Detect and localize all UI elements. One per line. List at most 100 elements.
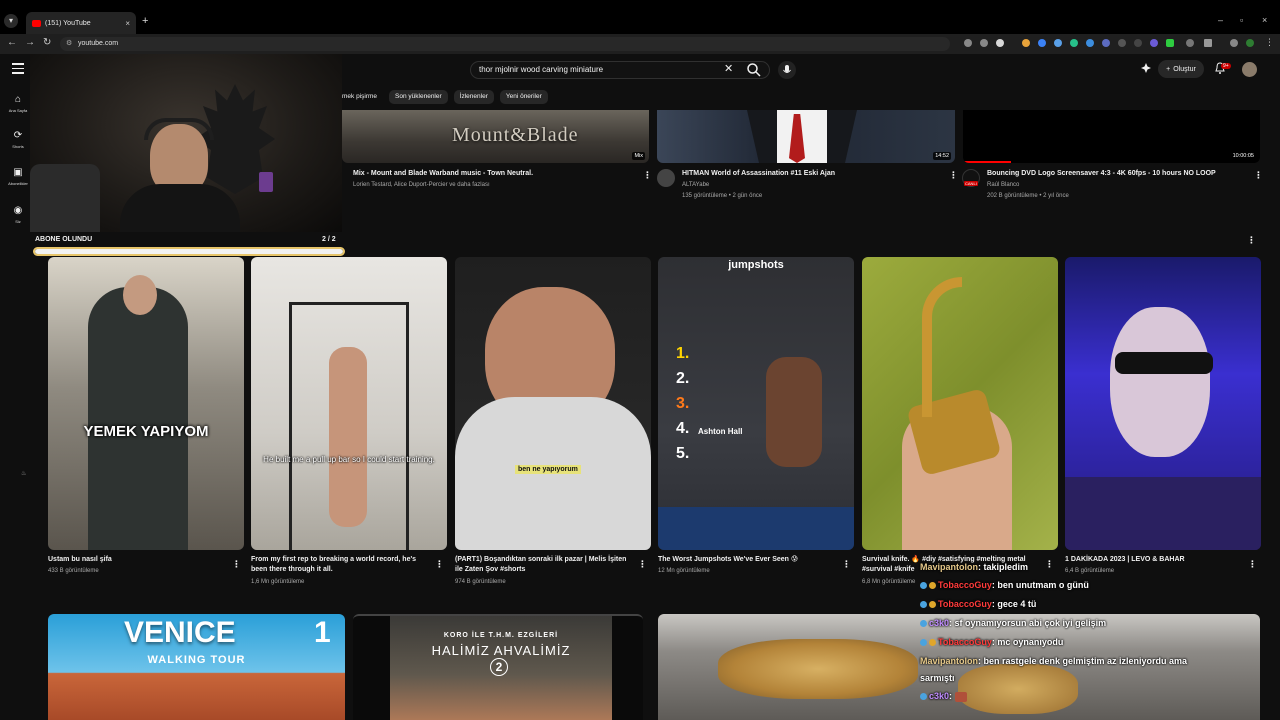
more-options-icon[interactable]: ⋮ [949,171,958,180]
chip-new[interactable]: Yeni öneriler [499,90,548,104]
short-views: 974 B görüntüleme [455,579,506,585]
url-text: youtube.com [78,40,119,47]
chat-badge-icon [929,601,936,609]
short-title[interactable]: The Worst Jumpshots We've Ever Seen 😰 [658,555,838,565]
more-options-icon[interactable]: ⋮ [638,560,647,569]
url-field[interactable]: ⚙ youtube.com [60,37,950,51]
extension-icon[interactable] [1186,39,1194,47]
site-info-icon[interactable]: ⚙ [66,37,72,51]
short-thumbnail[interactable]: YEMEK YAPIYOM [48,257,244,550]
more-options-icon[interactable]: ⋮ [842,560,851,569]
browser-menu-icon[interactable]: ⋮ [1265,37,1274,48]
chat-username: Mavipantolon [920,562,978,572]
extension-icon[interactable] [1150,39,1158,47]
more-options-icon[interactable]: ⋮ [1254,171,1263,180]
short-title[interactable]: From my first rep to breaking a world re… [251,555,431,575]
list-number: 3. [676,395,690,412]
video-channel[interactable]: ALTAYabe [682,182,709,188]
maximize-button[interactable]: ▫ [1240,15,1243,25]
minimize-button[interactable]: – [1218,15,1223,25]
short-thumbnail[interactable] [1065,257,1261,550]
mix-badge: Mix [632,152,645,160]
forward-icon[interactable]: → [25,37,35,48]
cast-icon[interactable] [964,39,972,47]
profile-icon[interactable] [1246,39,1254,47]
sidepanel-icon[interactable] [1230,39,1238,47]
overlay-counter: 2 / 2 [322,236,336,243]
extension-icon[interactable] [1102,39,1110,47]
short-title[interactable]: Ustam bu nasıl şifa [48,555,228,565]
chat-text: : sf oynamıyorsun abi çok iyi gelişim [949,618,1107,628]
thumbnail-subtitle: HALİMİZ AHVALİMİZ [431,643,571,658]
video-thumbnail[interactable]: VENICE WALKING TOUR 1 [48,614,345,720]
search-icon[interactable] [746,62,762,78]
chip-recent[interactable]: Son yüklenenler [389,90,448,104]
video-thumbnail[interactable]: KORO İLE T.H.M. EZGİLERİ HALİMİZ AHVALİM… [353,614,643,720]
chat-message: TobaccoGuy: mc oynanıyodu [920,637,1063,647]
video-title[interactable]: Bouncing DVD Logo Screensaver 4:3 - 4K 6… [987,170,1216,177]
background-light [259,172,273,192]
clear-search-icon[interactable]: ✕ [724,62,733,75]
channel-avatar[interactable] [657,169,675,187]
extension-icon[interactable] [1166,39,1174,47]
chip-watched[interactable]: İzlenenler [453,90,494,104]
extension-icon[interactable] [1054,39,1062,47]
account-avatar[interactable] [1242,62,1257,77]
list-number: 1. [676,345,690,362]
short-thumbnail[interactable]: He built me a pull up bar so I could sta… [251,257,447,550]
browser-tab[interactable]: (151) YouTube × [26,12,136,34]
close-window-button[interactable]: × [1262,15,1267,25]
more-options-icon[interactable]: ⋮ [1248,560,1257,569]
short-thumbnail[interactable]: ben ne yapıyorum [455,257,651,550]
video-channel[interactable]: Lorien Testard, Alice Duport-Percier ve … [353,182,490,188]
reload-icon[interactable]: ↻ [43,37,51,48]
filter-chips: mek pişirme Son yüklenenler İzlenenler Y… [342,90,548,104]
voice-search-icon[interactable] [778,61,796,79]
video-thumbnail[interactable] [658,614,1260,720]
more-options-icon[interactable]: ⋮ [435,560,444,569]
extension-icon[interactable] [1038,39,1046,47]
extension-icon[interactable] [1070,39,1078,47]
rail-label: Ana Sayfa [8,108,28,113]
short-thumbnail[interactable] [862,257,1058,550]
extension-icon[interactable] [1118,39,1126,47]
video-title[interactable]: Mix - Mount and Blade Warband music - To… [353,170,533,177]
channel-avatar[interactable]: CANLI [962,169,980,187]
video-thumbnail[interactable]: Mount&Blade Mix [342,110,649,163]
live-badge: CANLI [964,181,978,186]
tab-close-icon[interactable]: × [125,19,130,28]
video-thumbnail[interactable]: 14:52 [657,110,955,163]
more-options-icon[interactable]: ⋮ [1045,560,1054,569]
chat-badge-icon [929,639,936,647]
video-thumbnail[interactable]: 10:00:05 [963,110,1260,163]
short-caption: ben ne yapıyorum [515,465,581,474]
short-title[interactable]: (PART1) Boşandıktan sonraki ilk pazar | … [455,555,635,575]
create-button[interactable]: + Oluştur [1158,60,1204,78]
chat-username: TobaccoGuy [938,580,992,590]
tab-search-icon[interactable]: ▾ [4,14,18,28]
eye-off-icon[interactable] [980,39,988,47]
back-icon[interactable]: ← [7,37,17,48]
video-title[interactable]: HITMAN World of Assassination #11 Eski A… [682,170,835,177]
extension-icon[interactable] [1022,39,1030,47]
list-number: 2. [676,370,690,387]
thumbnail-title: KORO İLE T.H.M. EZGİLERİ [443,632,559,639]
more-options-icon[interactable]: ⋮ [643,171,652,180]
extension-icon[interactable] [1134,39,1142,47]
video-channel[interactable]: Raúl Blanco [987,182,1019,188]
extensions-puzzle-icon[interactable] [1204,39,1212,47]
chat-message: c3k0: sf oynamıyorsun abi çok iyi gelişi… [920,618,1106,628]
new-tab-button[interactable]: + [142,15,148,27]
chat-username: c3k0 [929,618,950,628]
mix-sparkle-icon[interactable] [1140,62,1152,74]
bookmark-star-icon[interactable] [996,39,1004,47]
short-thumbnail[interactable]: jumpshots 1. 2. 3. 4. Ashton Hall 5. [658,257,854,550]
chip-cooking[interactable]: mek pişirme [342,90,383,104]
youtube-favicon-icon [32,19,41,27]
shelf-more-icon[interactable]: ⋮ [1247,236,1256,245]
short-title[interactable]: 1 DAKİKADA 2023 | LEVO & BAHAR [1065,555,1245,565]
extension-icon[interactable] [1086,39,1094,47]
chat-username: TobaccoGuy [938,637,992,647]
menu-icon[interactable] [12,63,24,74]
more-options-icon[interactable]: ⋮ [232,560,241,569]
